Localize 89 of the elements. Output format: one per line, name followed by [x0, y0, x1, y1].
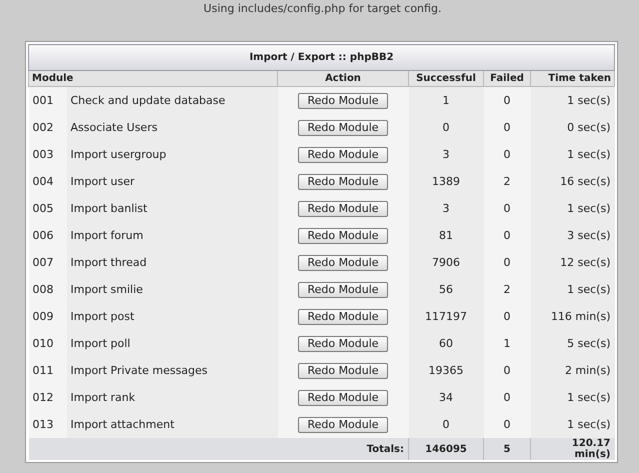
failed-count: 0 [484, 114, 530, 141]
module-name: Import smilie [66, 276, 278, 303]
module-number: 004 [28, 168, 66, 195]
successful-count: 3 [408, 141, 484, 168]
failed-count: 0 [484, 303, 530, 330]
module-number: 012 [28, 384, 66, 411]
redo-module-button[interactable]: Redo Module [298, 92, 388, 108]
failed-count: 0 [484, 249, 530, 276]
time-taken: 116 min(s) [530, 303, 614, 330]
redo-module-button[interactable]: Redo Module [298, 308, 388, 324]
totals-label: Totals: [28, 438, 408, 460]
successful-count: 1 [408, 86, 484, 114]
column-header: Action [278, 70, 408, 86]
time-taken: 1 sec(s) [530, 141, 614, 168]
time-taken: 0 sec(s) [530, 114, 614, 141]
time-taken: 1 sec(s) [530, 411, 614, 438]
failed-count: 0 [484, 141, 530, 168]
successful-count: 0 [408, 411, 484, 438]
module-number: 007 [28, 249, 66, 276]
time-taken: 1 sec(s) [530, 86, 614, 114]
config-notice: Using includes/config.php for target config. [202, 1, 442, 17]
failed-count: 2 [484, 276, 530, 303]
redo-module-button[interactable]: Redo Module [298, 146, 388, 162]
module-name: Import attachment [66, 411, 278, 438]
successful-count: 7906 [408, 249, 484, 276]
redo-module-button[interactable]: Redo Module [298, 174, 388, 190]
failed-count: 0 [484, 384, 530, 411]
redo-module-button[interactable]: Redo Module [298, 282, 388, 298]
module-number: 009 [28, 303, 66, 330]
table-title: Import / Export :: phpBB2 [28, 44, 614, 70]
module-name: Import user [66, 168, 278, 195]
module-name: Check and update database [66, 86, 278, 114]
module-number: 006 [28, 222, 66, 249]
module-number: 003 [28, 141, 66, 168]
column-header: Time taken [530, 70, 614, 86]
total-successful: 146095 [408, 438, 484, 460]
redo-module-button[interactable]: Redo Module [298, 120, 388, 136]
module-name: Import poll [66, 330, 278, 357]
redo-module-button[interactable]: Redo Module [298, 228, 388, 244]
module-name: Import banlist [66, 195, 278, 222]
module-number: 011 [28, 357, 66, 384]
successful-count: 117197 [408, 303, 484, 330]
failed-count: 0 [484, 222, 530, 249]
redo-module-button[interactable]: Redo Module [298, 336, 388, 352]
redo-module-button[interactable]: Redo Module [298, 200, 388, 216]
module-name: Import rank [66, 384, 278, 411]
module-number: 008 [28, 276, 66, 303]
time-taken: 1 sec(s) [530, 384, 614, 411]
column-header: Failed [484, 70, 530, 86]
module-number: 005 [28, 195, 66, 222]
failed-count: 2 [484, 168, 530, 195]
successful-count: 1389 [408, 168, 484, 195]
time-taken: 3 sec(s) [530, 222, 614, 249]
column-header: Successful [408, 70, 484, 86]
successful-count: 19365 [408, 357, 484, 384]
redo-module-button[interactable]: Redo Module [298, 416, 388, 432]
redo-module-button[interactable]: Redo Module [298, 254, 388, 270]
module-name: Import usergroup [66, 141, 278, 168]
failed-count: 0 [484, 86, 530, 114]
column-header: Module [28, 70, 278, 86]
module-name: Import forum [66, 222, 278, 249]
module-number: 002 [28, 114, 66, 141]
module-number: 010 [28, 330, 66, 357]
module-name: Import Private messages [66, 357, 278, 384]
successful-count: 56 [408, 276, 484, 303]
module-name: Import thread [66, 249, 278, 276]
redo-module-button[interactable]: Redo Module [298, 362, 388, 378]
successful-count: 0 [408, 114, 484, 141]
failed-count: 0 [484, 411, 530, 438]
redo-module-button[interactable]: Redo Module [298, 390, 388, 406]
module-number: 001 [28, 86, 66, 114]
failed-count: 0 [484, 357, 530, 384]
failed-count: 1 [484, 330, 530, 357]
successful-count: 81 [408, 222, 484, 249]
successful-count: 60 [408, 330, 484, 357]
successful-count: 34 [408, 384, 484, 411]
time-taken: 12 sec(s) [530, 249, 614, 276]
time-taken: 5 sec(s) [530, 330, 614, 357]
time-taken: 16 sec(s) [530, 168, 614, 195]
total-time: 120.17 min(s) [530, 438, 614, 460]
module-name: Associate Users [66, 114, 278, 141]
time-taken: 1 sec(s) [530, 276, 614, 303]
time-taken: 1 sec(s) [530, 195, 614, 222]
total-failed: 5 [484, 438, 530, 460]
time-taken: 2 min(s) [530, 357, 614, 384]
successful-count: 3 [408, 195, 484, 222]
module-name: Import post [66, 303, 278, 330]
module-number: 013 [28, 411, 66, 438]
failed-count: 0 [484, 195, 530, 222]
